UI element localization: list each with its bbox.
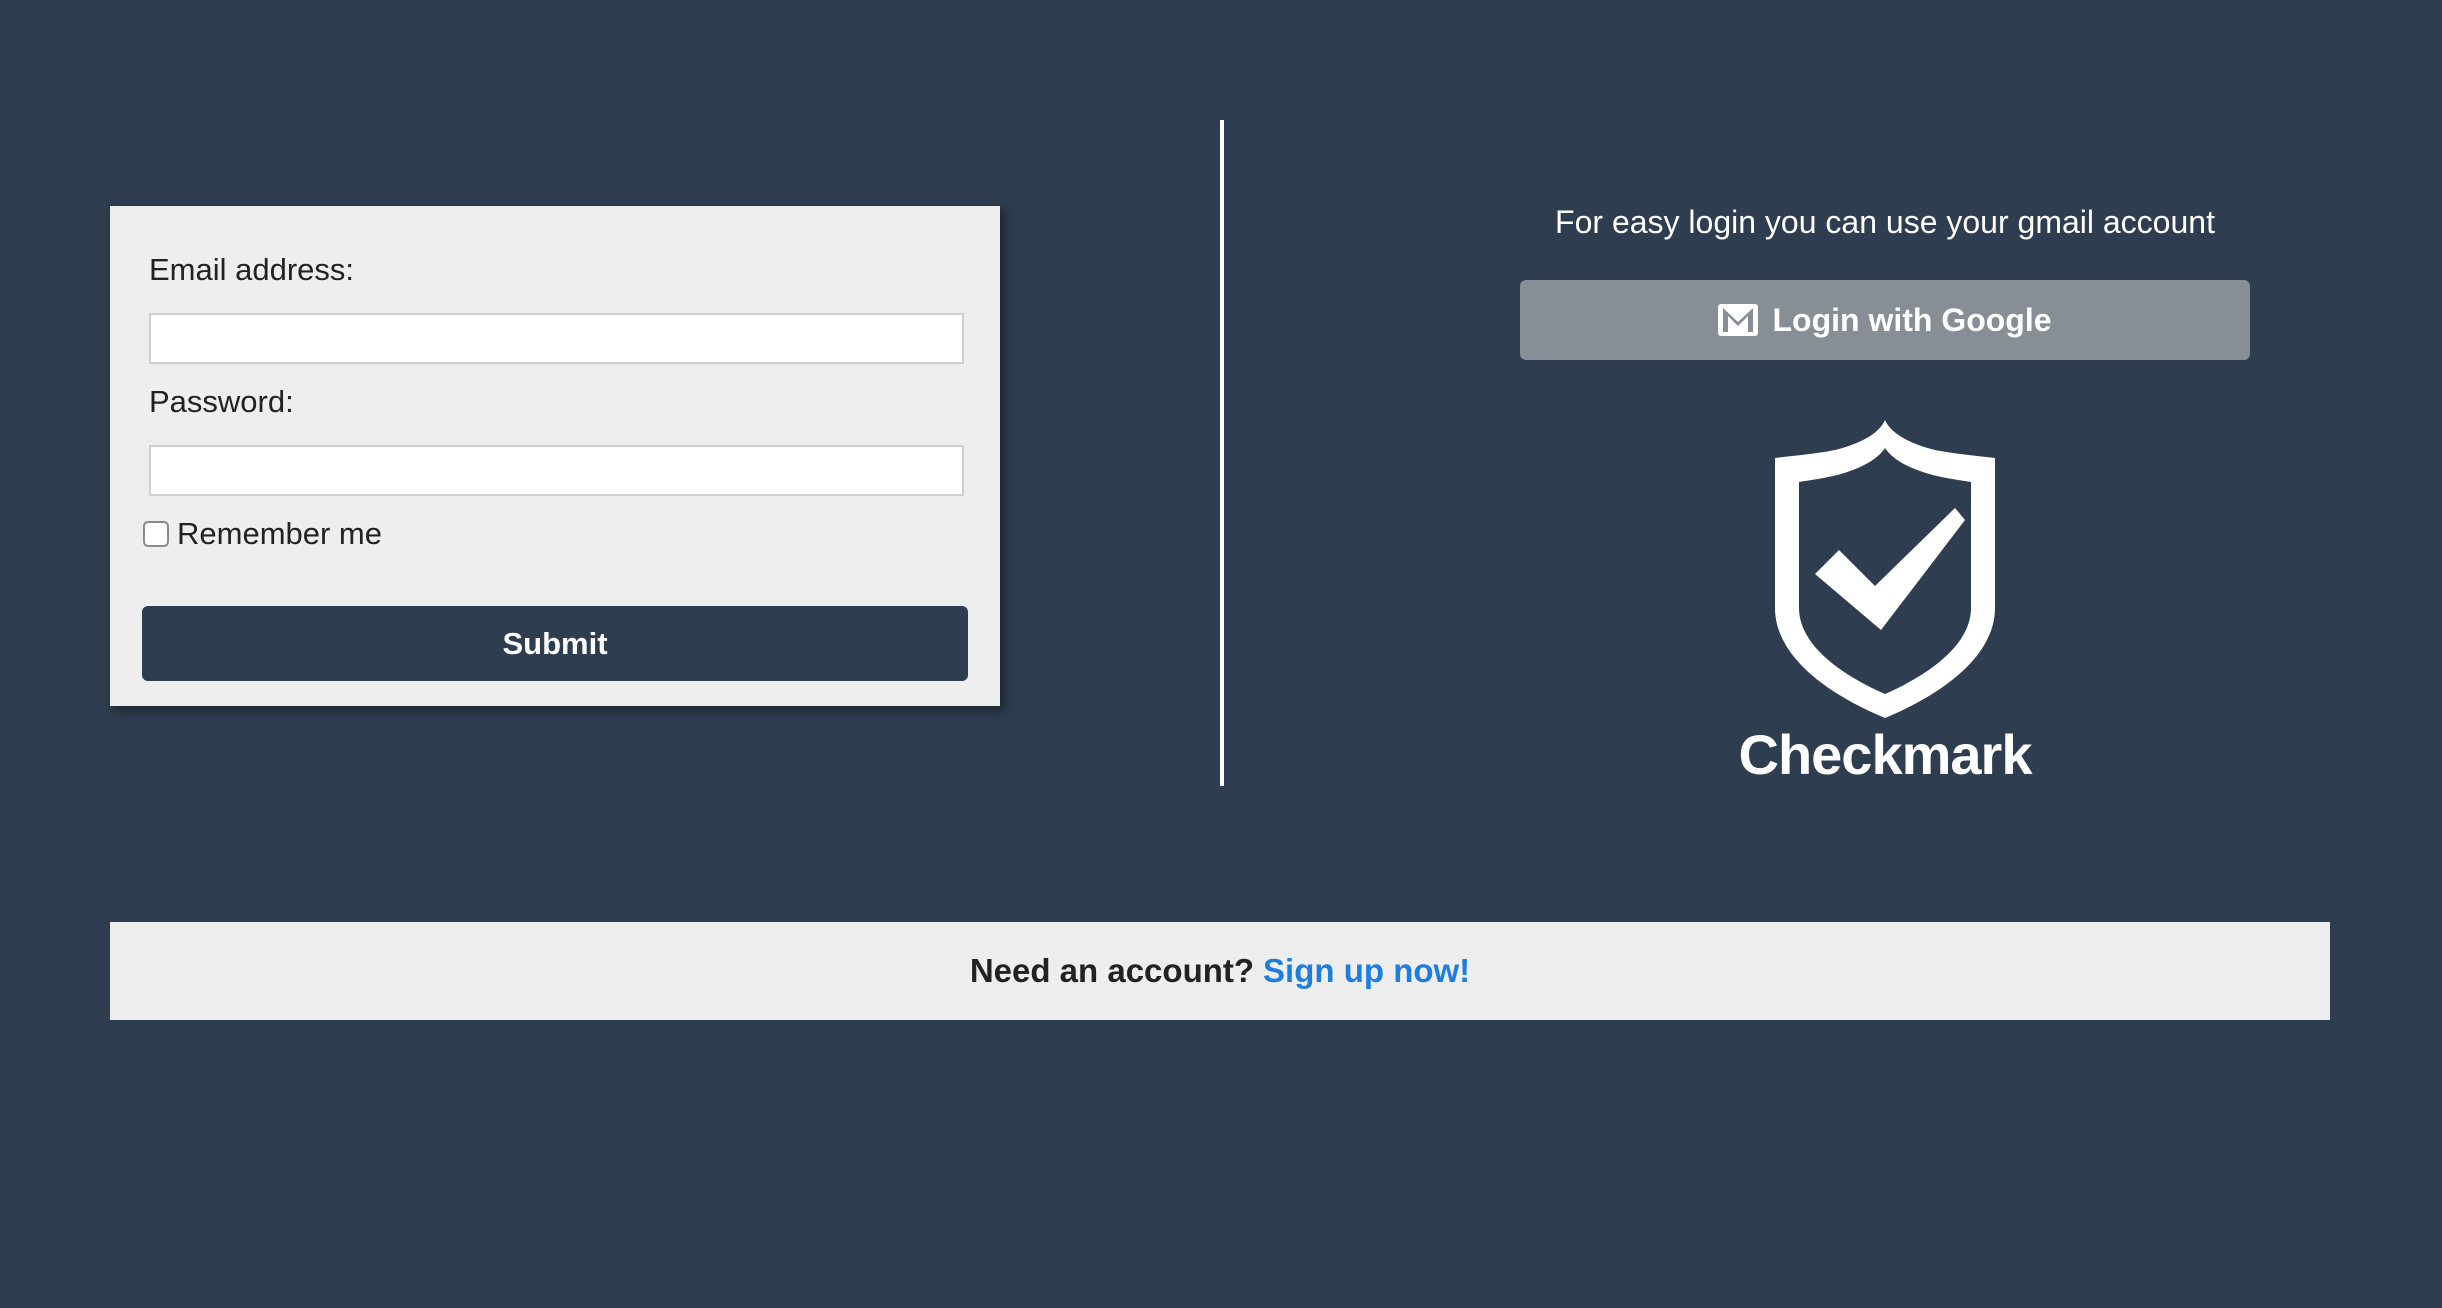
- submit-button[interactable]: Submit: [142, 606, 968, 681]
- shield-check-icon: [1771, 418, 1999, 720]
- login-with-google-label: Login with Google: [1772, 301, 2052, 338]
- login-with-google-button[interactable]: Login with Google: [1520, 280, 2250, 360]
- divider: [1220, 120, 1224, 786]
- password-field[interactable]: [149, 445, 964, 496]
- remember-me-checkbox[interactable]: [143, 521, 169, 547]
- password-label: Password:: [149, 384, 294, 419]
- remember-me-label[interactable]: Remember me: [177, 516, 382, 552]
- signup-question: Need an account?: [969, 952, 1255, 989]
- brand-name: Checkmark: [1738, 723, 2033, 786]
- google-login-hint: For easy login you can use your gmail ac…: [1555, 204, 2215, 240]
- mail-icon: [1718, 304, 1759, 336]
- email-field[interactable]: [149, 313, 964, 364]
- login-form: Email address: Password: Remember me Sub…: [110, 206, 1000, 706]
- signup-bar: Need an account? Sign up now!: [110, 922, 2330, 1020]
- email-label: Email address:: [149, 252, 355, 287]
- remember-me-row[interactable]: Remember me: [143, 514, 382, 554]
- signup-link[interactable]: Sign up now!: [1263, 952, 1470, 990]
